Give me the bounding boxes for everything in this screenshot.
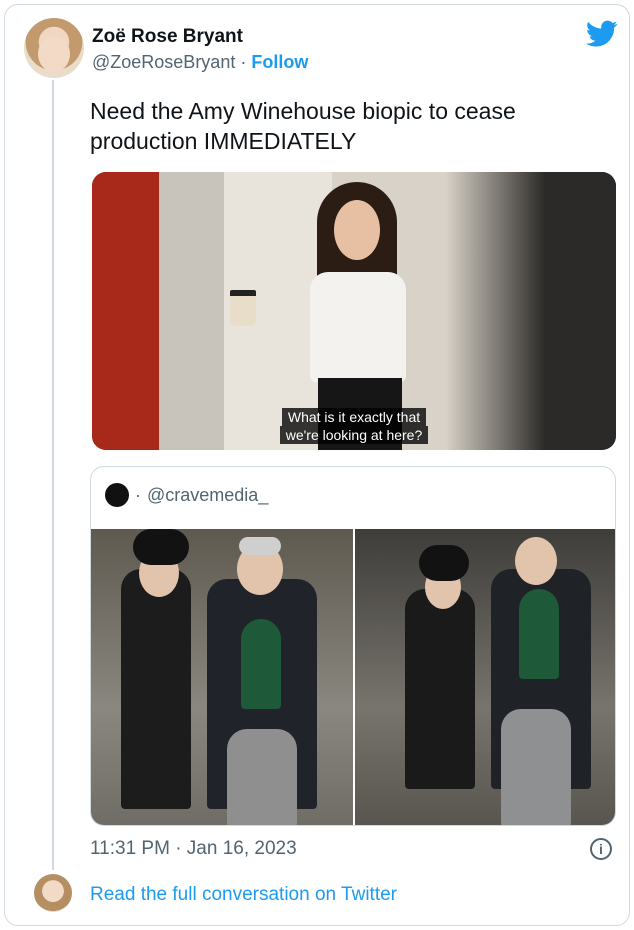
author-handle-row: @ZoeRoseBryant · Follow <box>92 52 308 73</box>
tweet-text: Need the Amy Winehouse biopic to cease p… <box>90 98 516 154</box>
tweet-media-image[interactable]: What is it exactly that we're looking at… <box>92 172 616 450</box>
handle-separator: · <box>240 52 247 72</box>
quoted-avatar[interactable] <box>105 483 129 507</box>
info-icon[interactable]: i <box>590 838 612 860</box>
quoted-tweet-header: · @cravemedia_ <box>105 483 268 507</box>
footer-avatar[interactable] <box>34 874 72 912</box>
coffee-cup <box>230 290 256 326</box>
quoted-photo-1[interactable] <box>91 529 353 825</box>
quoted-handle[interactable]: @cravemedia_ <box>147 485 268 506</box>
author-handle[interactable]: @ZoeRoseBryant <box>92 52 235 72</box>
quoted-photo-2[interactable] <box>355 529 615 825</box>
subtitle-line-1: What is it exactly that <box>281 408 427 426</box>
tweet-timestamp[interactable]: 11:31 PM · Jan 16, 2023 <box>90 838 297 860</box>
follow-button[interactable]: Follow <box>251 52 308 72</box>
quoted-tweet[interactable]: · @cravemedia_ <box>90 466 616 826</box>
subtitle-line-2: we're looking at here? <box>279 426 429 444</box>
read-conversation-link[interactable]: Read the full conversation on Twitter <box>90 884 397 906</box>
author-name[interactable]: Zoë Rose Bryant <box>92 26 243 48</box>
twitter-bird-icon[interactable] <box>586 20 618 48</box>
media-subtitle: What is it exactly that we're looking at… <box>92 408 616 444</box>
thread-line <box>52 80 54 870</box>
author-avatar[interactable] <box>24 18 84 78</box>
quoted-separator: · <box>135 484 141 505</box>
